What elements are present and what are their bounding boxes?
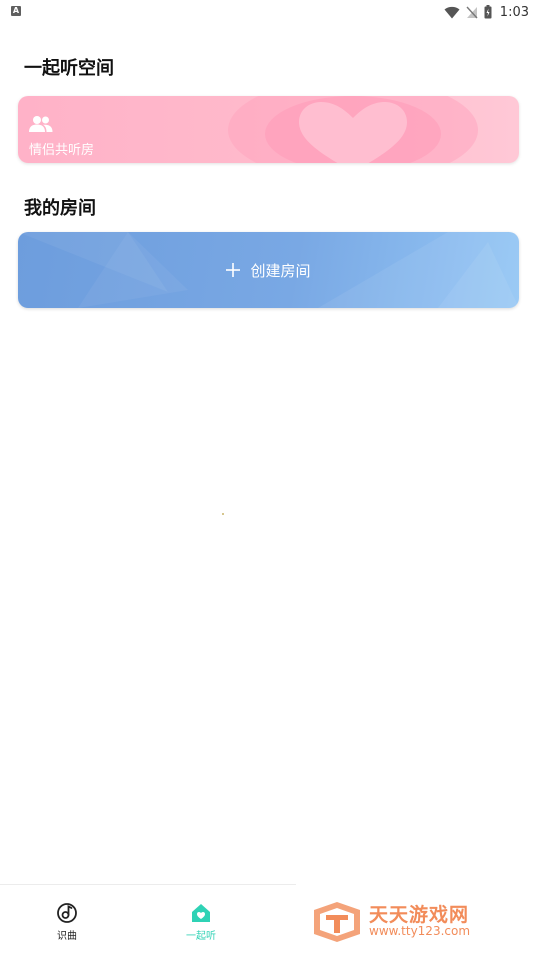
status-icons: 1:03 <box>444 3 529 21</box>
watermark-title: 天天游戏网 <box>369 904 470 926</box>
section-title-my-rooms: 我的房间 <box>24 198 96 219</box>
create-room-button[interactable]: 创建房间 <box>18 232 519 308</box>
nav-label-identify: 识曲 <box>57 931 77 942</box>
battery-icon <box>484 5 492 19</box>
section-title-space: 一起听空间 <box>24 58 114 79</box>
heart-decoration <box>228 96 478 163</box>
nav-item-together[interactable]: 一起听 <box>171 902 231 946</box>
loading-dot <box>222 513 224 515</box>
notification-icon: A <box>11 6 21 16</box>
couple-room-card[interactable]: 情侣共听房 <box>18 96 519 163</box>
signal-off-icon <box>466 6 478 18</box>
music-note-icon <box>57 903 77 923</box>
watermark-logo <box>314 902 360 942</box>
watermark: 天天游戏网 www.tty123.com <box>312 898 512 944</box>
home-heart-icon <box>192 904 210 922</box>
create-room-content: 创建房间 <box>18 232 519 308</box>
nav-item-identify[interactable]: 识曲 <box>37 902 97 946</box>
nav-divider <box>0 884 296 885</box>
watermark-url: www.tty123.com <box>369 924 471 938</box>
people-icon <box>29 116 53 132</box>
wifi-icon <box>444 6 460 18</box>
create-room-label: 创建房间 <box>250 261 311 280</box>
status-time: 1:03 <box>499 4 529 20</box>
plus-icon <box>226 263 241 277</box>
nav-label-together: 一起听 <box>186 931 216 942</box>
status-bar: A 1:03 <box>0 0 537 24</box>
couple-room-label: 情侣共听房 <box>29 143 95 158</box>
